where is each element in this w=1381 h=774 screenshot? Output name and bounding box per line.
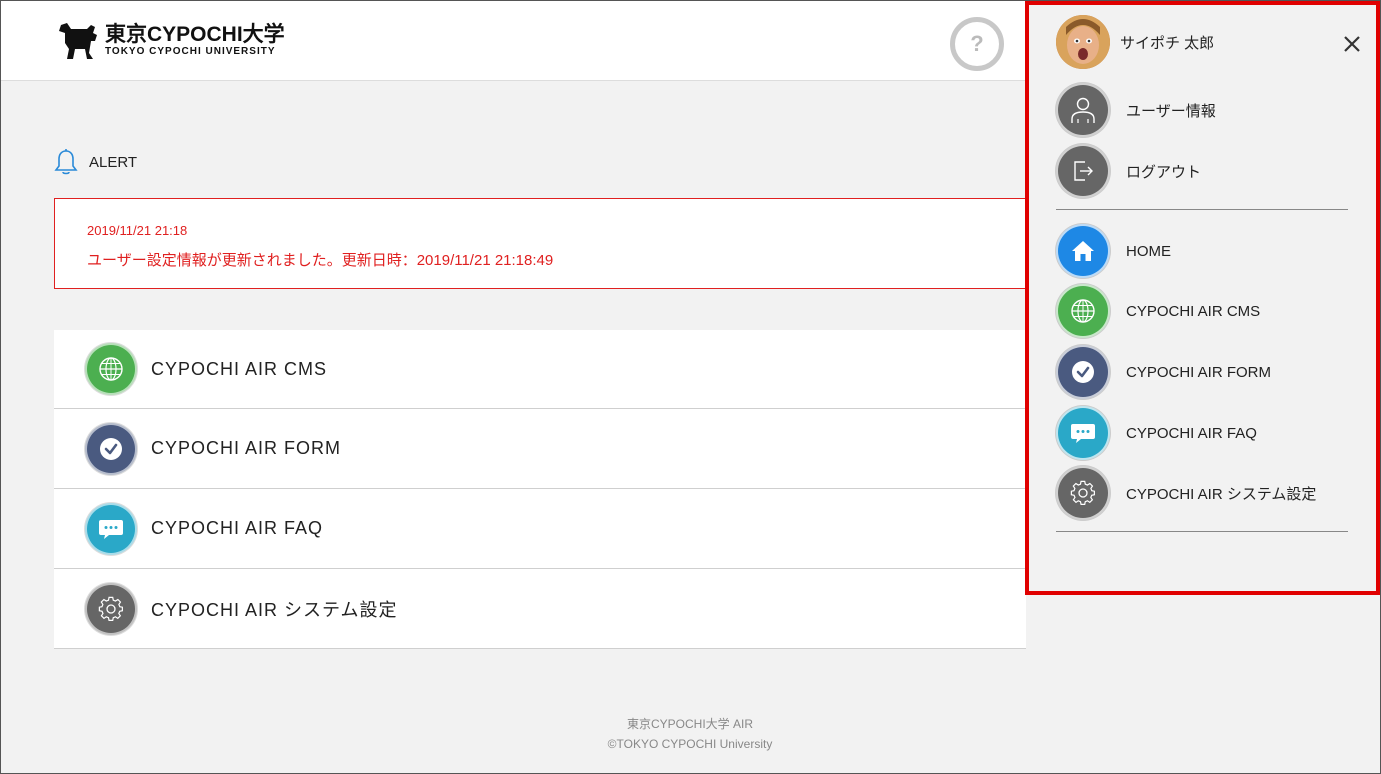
menu-settings[interactable]: CYPOCHI AIR システム設定	[1056, 466, 1316, 520]
menu-cms[interactable]: CYPOCHI AIR CMS	[1056, 284, 1260, 338]
app-label: CYPOCHI AIR FAQ	[151, 518, 324, 538]
bell-icon	[54, 149, 78, 175]
app-item-faq[interactable]: CYPOCHI AIR FAQ	[54, 489, 1026, 569]
menu-divider	[1056, 209, 1348, 210]
logo-subtitle: TOKYO CYPOCHI UNIVERSITY	[105, 46, 276, 57]
app-list: CYPOCHI AIR CMS CYPOCHI AIR FORM CYPOCHI…	[54, 330, 1026, 649]
menu-label: ユーザー情報	[1126, 102, 1216, 120]
user-icon	[1056, 83, 1110, 137]
app-item-cms[interactable]: CYPOCHI AIR CMS	[54, 330, 1026, 409]
menu-label: CYPOCHI AIR FORM	[1126, 363, 1272, 381]
gear-icon	[1056, 466, 1110, 520]
logout-icon	[1056, 144, 1110, 198]
user-name: サイポチ 太郎	[1120, 34, 1215, 52]
menu-divider	[1056, 531, 1348, 532]
check-icon	[1056, 345, 1110, 399]
menu-form[interactable]: CYPOCHI AIR FORM	[1056, 345, 1271, 399]
avatar	[1056, 15, 1110, 69]
footer-copyright: ©TOKYO CYPOCHI University	[607, 737, 773, 751]
logo-title: 東京CYPOCHI大学	[105, 23, 285, 46]
menu-user-info[interactable]: ユーザー情報	[1056, 83, 1216, 137]
home-icon	[1056, 224, 1110, 278]
menu-label: CYPOCHI AIR システム設定	[1126, 485, 1317, 503]
app-label: CYPOCHI AIR システム設定	[151, 599, 398, 620]
chat-icon	[85, 502, 137, 555]
globe-icon	[1056, 284, 1110, 338]
menu-label: CYPOCHI AIR CMS	[1126, 302, 1261, 320]
globe-icon	[85, 343, 137, 395]
check-icon	[85, 422, 137, 475]
university-logo[interactable]: 東京CYPOCHI大学 TOKYO CYPOCHI UNIVERSITY	[57, 19, 285, 63]
side-menu-panel: サイポチ 太郎 ユーザー情報 ログアウト HOME CYPOCHI AIR CM…	[1025, 1, 1380, 595]
app-item-settings[interactable]: CYPOCHI AIR システム設定	[54, 569, 1026, 649]
menu-home[interactable]: HOME	[1056, 224, 1171, 278]
alert-box: 2019/11/21 21:18 ユーザー設定情報が更新されました。更新日時：2…	[54, 198, 1026, 289]
alert-title: ALERT	[89, 153, 138, 171]
chat-icon	[1056, 406, 1110, 460]
user-profile[interactable]: サイポチ 太郎	[1056, 15, 1214, 69]
app-label: CYPOCHI AIR CMS	[151, 358, 328, 379]
menu-label: HOME	[1126, 242, 1171, 260]
gear-icon	[85, 582, 137, 635]
question-icon: ?	[970, 31, 984, 56]
help-button[interactable]: ?	[950, 17, 1004, 71]
menu-faq[interactable]: CYPOCHI AIR FAQ	[1056, 406, 1257, 460]
close-icon[interactable]	[1341, 33, 1363, 55]
footer-title: 東京CYPOCHI大学 AIR	[626, 717, 753, 731]
menu-label: ログアウト	[1126, 163, 1202, 181]
alert-date: 2019/11/21 21:18	[87, 223, 188, 238]
menu-label: CYPOCHI AIR FAQ	[1126, 424, 1257, 442]
alert-heading: ALERT	[53, 148, 137, 176]
dog-logo-icon	[59, 23, 97, 59]
alert-message: ユーザー設定情報が更新されました。更新日時：2019/11/21 21:18:4…	[87, 252, 554, 269]
app-item-form[interactable]: CYPOCHI AIR FORM	[54, 409, 1026, 489]
menu-logout[interactable]: ログアウト	[1056, 144, 1201, 198]
app-label: CYPOCHI AIR FORM	[151, 438, 342, 458]
